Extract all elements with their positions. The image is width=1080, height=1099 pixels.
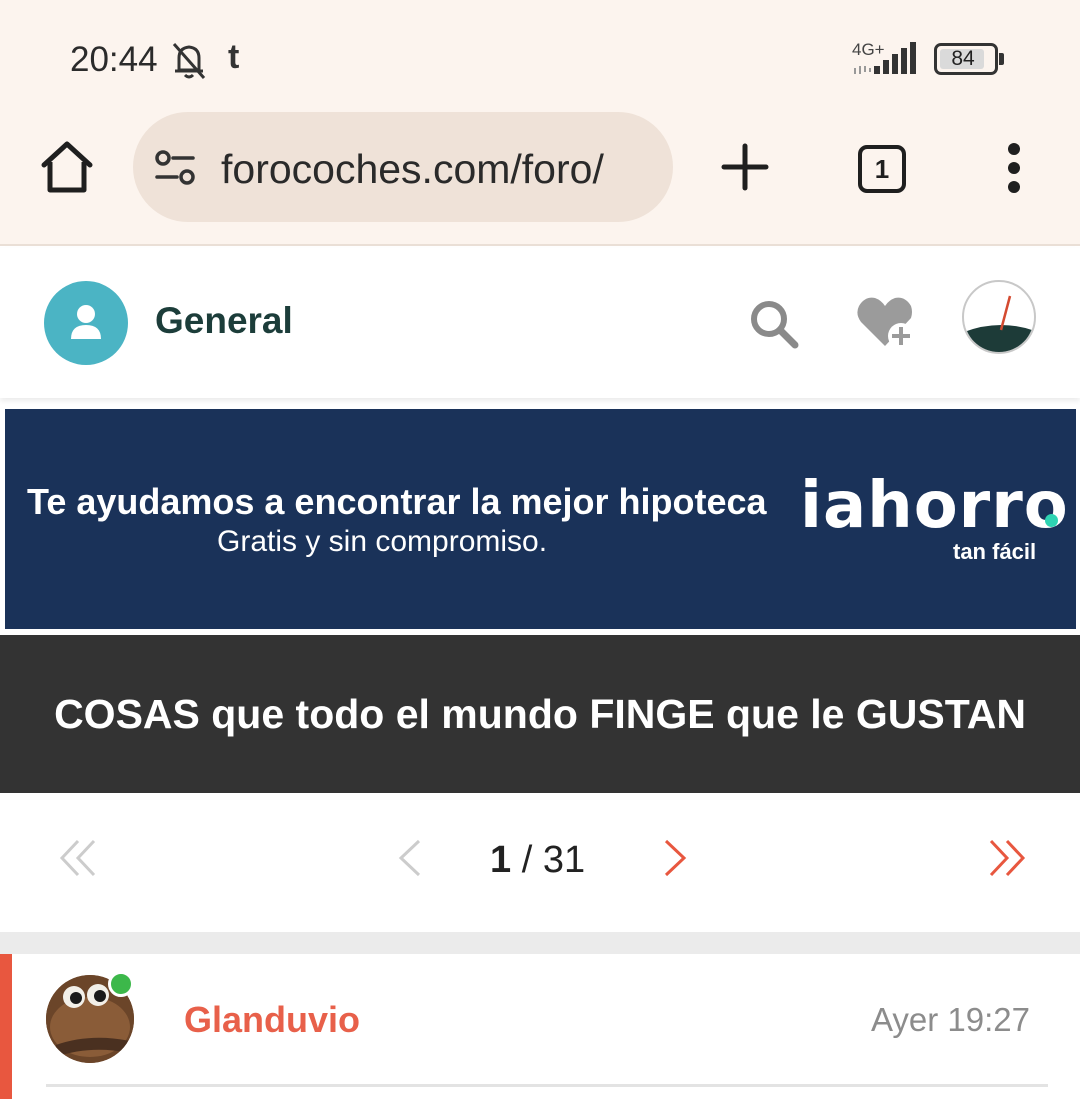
user-icon (71, 305, 101, 339)
page-separator: / (511, 839, 543, 881)
ad-logo: iahorro (800, 469, 1069, 543)
user-avatar[interactable] (962, 280, 1036, 354)
battery-cap (999, 53, 1004, 65)
category-title[interactable]: General (155, 300, 293, 342)
ad-logo-dot (1045, 514, 1058, 527)
last-page-icon[interactable] (985, 838, 1027, 878)
status-time: 20:44 (70, 40, 158, 79)
ad-banner[interactable]: Te ayudamos a encontrar la mejor hipotec… (5, 409, 1076, 629)
url-text[interactable]: forocoches.com/foro/ (221, 146, 661, 193)
address-bar[interactable]: forocoches.com/foro/ (133, 112, 673, 222)
ad-tagline: tan fácil (953, 539, 1037, 564)
first-page-icon[interactable] (58, 838, 100, 878)
more-menu-icon[interactable] (1003, 142, 1025, 194)
online-status-indicator (108, 971, 134, 997)
post-username[interactable]: Glanduvio (184, 999, 360, 1041)
home-icon[interactable] (38, 138, 96, 196)
pagination: 1 / 31 (0, 794, 1080, 932)
current-page: 1 (490, 839, 512, 881)
previous-page-icon[interactable] (395, 838, 425, 878)
signal-icon (854, 42, 916, 74)
battery-level: 84 (951, 47, 975, 70)
post-divider (46, 1084, 1048, 1087)
status-bar: 20:44 t 4G+ 84 (0, 0, 1080, 112)
tab-switcher-button[interactable]: 1 (858, 145, 906, 193)
post-header: Glanduvio Ayer 19:27 (0, 954, 1080, 1099)
ad-headline: Te ayudamos a encontrar la mejor hipotec… (27, 481, 767, 522)
ad-subline: Gratis y sin compromiso. (217, 525, 548, 558)
thread-title-bar: COSAS que todo el mundo FINGE que le GUS… (0, 635, 1080, 793)
total-pages: 31 (542, 839, 586, 881)
site-settings-icon[interactable] (153, 150, 197, 186)
new-tab-icon[interactable] (720, 142, 770, 192)
next-page-icon[interactable] (660, 838, 690, 878)
post-date: Ayer 19:27 (870, 1001, 1030, 1038)
search-icon[interactable] (748, 298, 800, 350)
forum-header: General (0, 248, 1080, 398)
post-accent-bar (0, 954, 12, 1099)
add-favorite-icon[interactable] (855, 292, 919, 352)
battery-icon: 84 (934, 43, 998, 75)
section-gap (0, 932, 1080, 954)
thread-title: COSAS que todo el mundo FINGE que le GUS… (54, 691, 1026, 737)
page-indicator: 1 / 31 (490, 839, 585, 882)
bell-muted-icon (172, 43, 206, 79)
browser-toolbar: forocoches.com/foro/ 1 (0, 112, 1080, 246)
gauge-icon (964, 295, 1034, 352)
carrier-t-icon: t (228, 38, 240, 76)
category-avatar[interactable] (44, 281, 128, 365)
